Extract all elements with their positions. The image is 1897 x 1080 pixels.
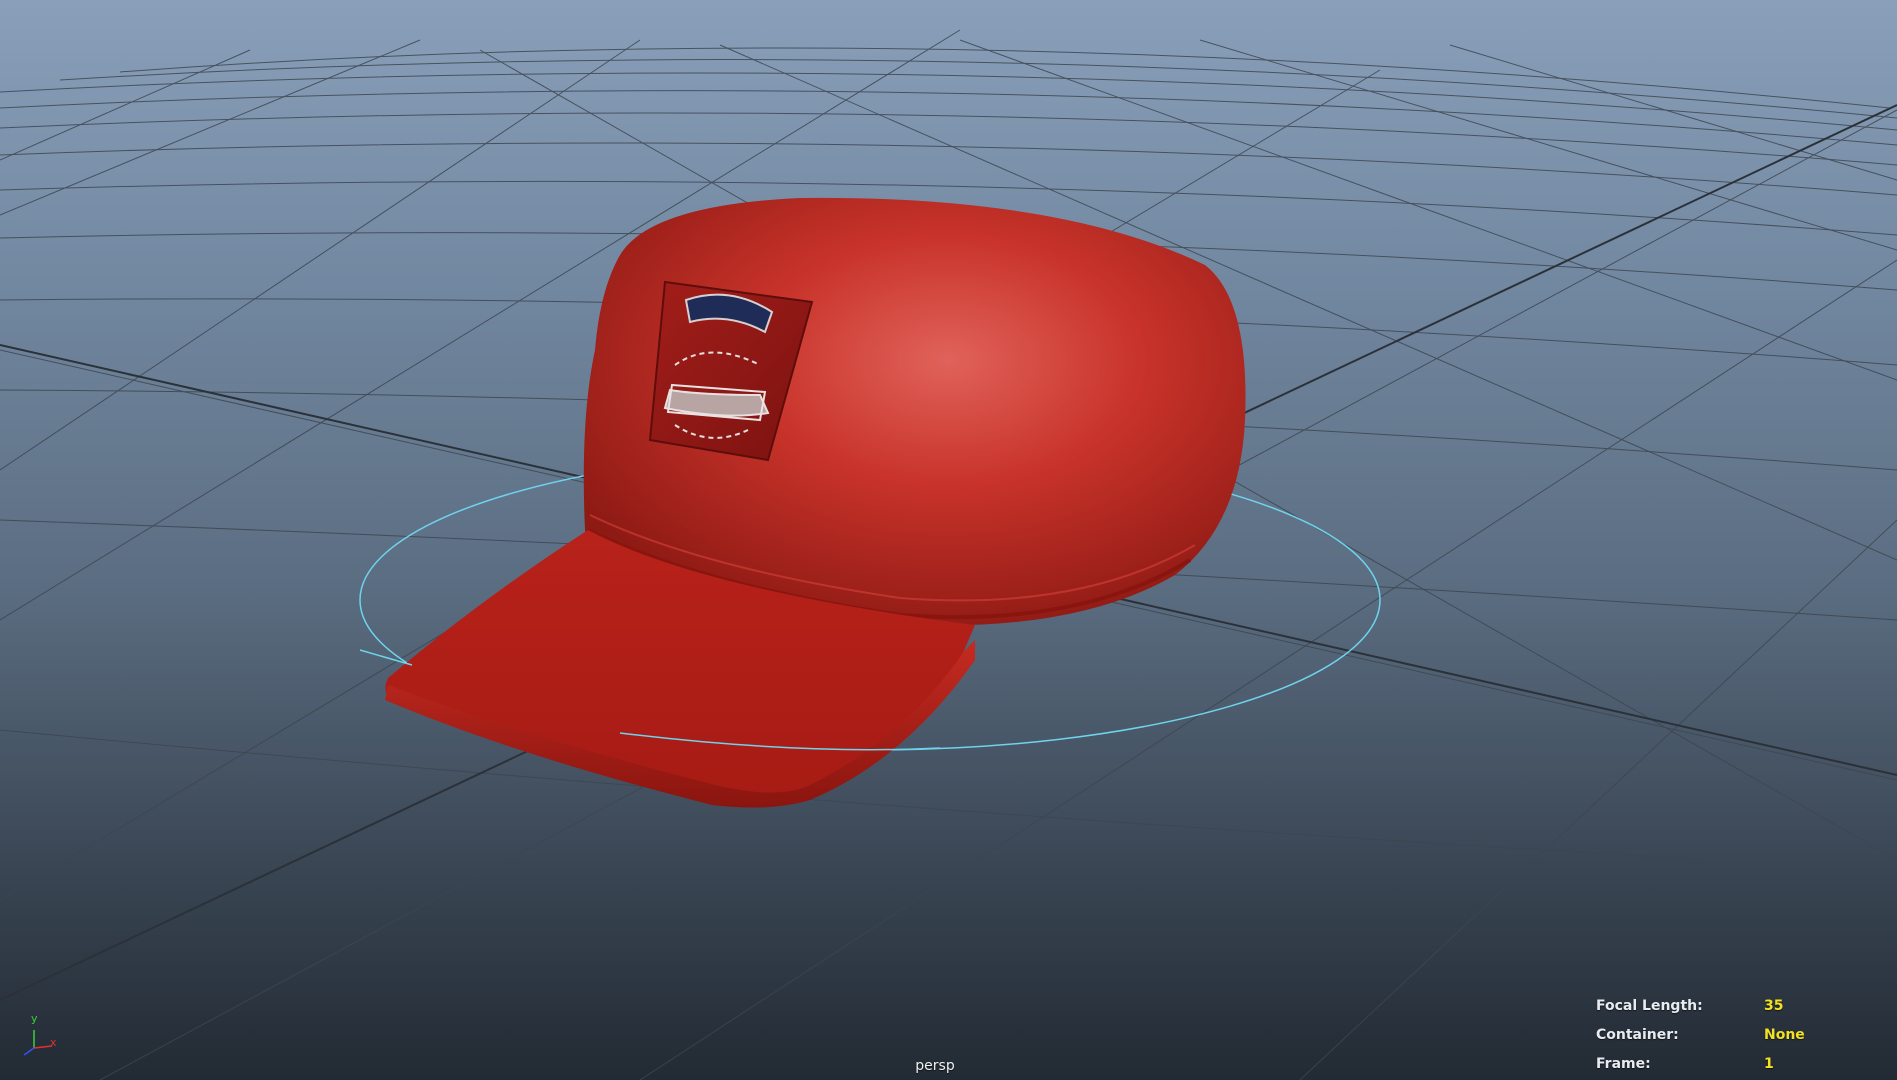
- hud-focal-length-value: 35: [1764, 998, 1784, 1014]
- viewport-scene[interactable]: [0, 0, 1897, 1080]
- hud-container-value: None: [1764, 1027, 1805, 1043]
- axis-y-label: y: [31, 1012, 38, 1025]
- axis-x-label: x: [50, 1036, 57, 1049]
- cap-model[interactable]: [385, 197, 1246, 808]
- hud-focal-length-label: Focal Length:: [1596, 998, 1703, 1014]
- hud-container-label: Container:: [1596, 1027, 1679, 1043]
- hud-frame-value: 1: [1764, 1056, 1774, 1072]
- maya-perspective-viewport[interactable]: y x persp Focal Length: 35 Container: No…: [0, 0, 1897, 1080]
- hud-frame-label: Frame:: [1596, 1056, 1651, 1072]
- axis-gizmo: [23, 1030, 53, 1056]
- camera-name-label: persp: [915, 1058, 955, 1074]
